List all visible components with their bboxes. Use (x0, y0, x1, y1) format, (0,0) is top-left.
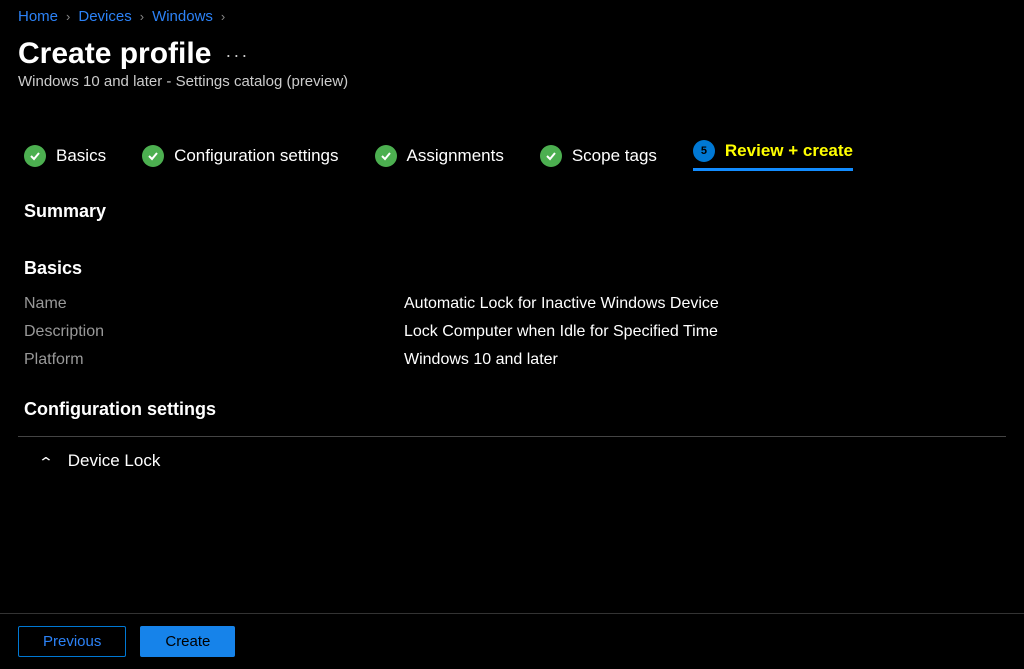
footer-actions: Previous Create (0, 613, 1024, 669)
field-value: Windows 10 and later (404, 351, 558, 369)
step-configuration[interactable]: Configuration settings (142, 145, 338, 167)
step-label: Scope tags (572, 146, 657, 166)
summary-heading: Summary (18, 201, 1006, 222)
chevron-right-icon: › (66, 9, 70, 24)
accordion-device-lock[interactable]: ⌄ Device Lock (18, 436, 1006, 485)
wizard-steps: Basics Configuration settings Assignment… (18, 140, 1006, 171)
check-icon (375, 145, 397, 167)
create-button[interactable]: Create (140, 626, 235, 657)
step-label: Review + create (725, 141, 853, 161)
field-label: Platform (24, 351, 404, 369)
check-icon (540, 145, 562, 167)
step-assignments[interactable]: Assignments (375, 145, 504, 167)
field-platform: Platform Windows 10 and later (18, 351, 1006, 369)
field-label: Name (24, 295, 404, 313)
field-value: Lock Computer when Idle for Specified Ti… (404, 323, 718, 341)
field-description: Description Lock Computer when Idle for … (18, 323, 1006, 341)
breadcrumb-windows[interactable]: Windows (152, 8, 213, 25)
check-icon (142, 145, 164, 167)
chevron-right-icon: › (221, 9, 225, 24)
config-section-title: Configuration settings (18, 399, 1006, 420)
step-scope-tags[interactable]: Scope tags (540, 145, 657, 167)
step-number-badge: 5 (693, 140, 715, 162)
more-actions-icon[interactable]: ··· (225, 45, 249, 66)
basics-section-title: Basics (18, 258, 1006, 279)
step-basics[interactable]: Basics (24, 145, 106, 167)
accordion-title: Device Lock (68, 451, 161, 471)
previous-button[interactable]: Previous (18, 626, 126, 657)
step-review-create[interactable]: 5 Review + create (693, 140, 853, 171)
breadcrumb-home[interactable]: Home (18, 8, 58, 25)
check-icon (24, 145, 46, 167)
field-label: Description (24, 323, 404, 341)
breadcrumb: Home › Devices › Windows › (18, 8, 1006, 25)
chevron-right-icon: › (140, 9, 144, 24)
breadcrumb-devices[interactable]: Devices (78, 8, 131, 25)
field-name: Name Automatic Lock for Inactive Windows… (18, 295, 1006, 313)
step-label: Assignments (407, 146, 504, 166)
step-label: Basics (56, 146, 106, 166)
chevron-up-icon: ⌄ (38, 453, 54, 470)
page-subtitle: Windows 10 and later - Settings catalog … (18, 73, 1006, 90)
field-value: Automatic Lock for Inactive Windows Devi… (404, 295, 719, 313)
page-title: Create profile (18, 37, 211, 71)
step-label: Configuration settings (174, 146, 338, 166)
